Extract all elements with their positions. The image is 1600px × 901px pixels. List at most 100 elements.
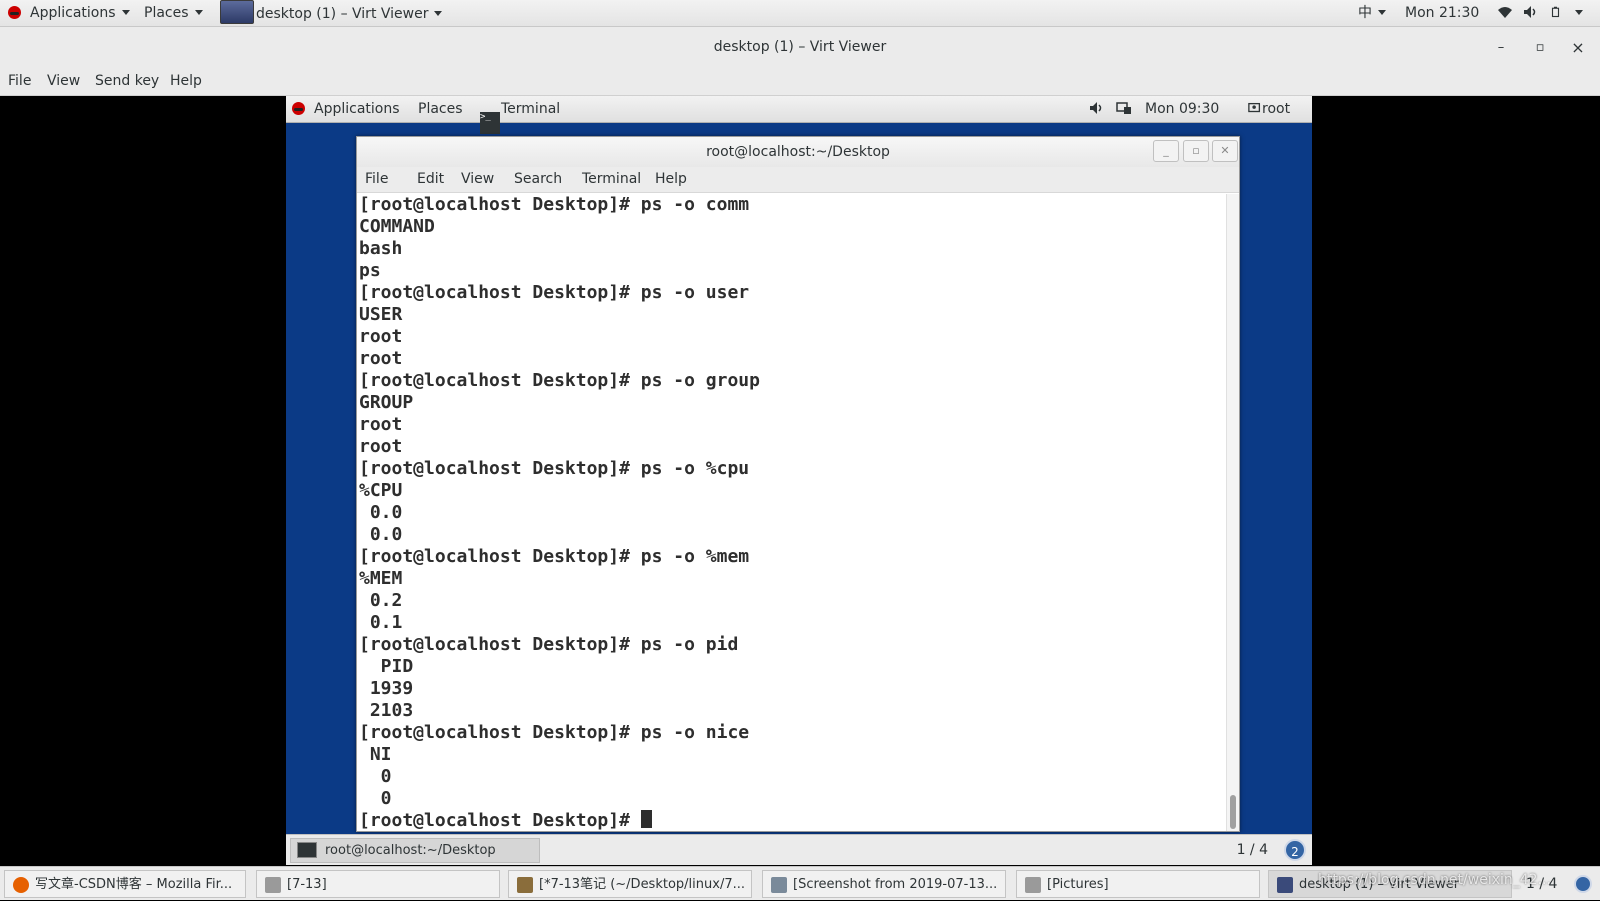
watermark: https://blog.csdn.net/weixin_42... [1318, 872, 1551, 888]
notification-badge[interactable]: 2 [1284, 839, 1306, 861]
task-notes-editor[interactable]: [*7-13笔记 (~/Desktop/linux/7... [508, 870, 752, 898]
terminal-menu-file[interactable]: File [365, 171, 388, 187]
terminal-output[interactable]: [root@localhost Desktop]# ps -o comm COMM… [357, 194, 1227, 831]
terminal-line: 0 [359, 766, 392, 787]
window-list-label: desktop (1) – Virt Viewer [256, 6, 429, 22]
chevron-down-icon [121, 10, 130, 15]
task-folder-7-13[interactable]: [7-13] [256, 870, 500, 898]
firefox-icon [13, 877, 29, 893]
guest-workspace-pager[interactable]: 1 / 4 [1237, 835, 1268, 865]
terminal-line: 0 [359, 788, 392, 809]
user-icon [1248, 102, 1261, 113]
menu-help[interactable]: Help [170, 73, 202, 89]
menu-send-key[interactable]: Send key [95, 73, 159, 89]
maximize-button[interactable]: ▫ [1530, 27, 1550, 68]
chevron-down-icon[interactable] [1575, 0, 1583, 27]
terminal-line: GROUP [359, 392, 414, 413]
terminal-line: root [359, 414, 403, 435]
terminal-line: [root@localhost Desktop]# ps -o %mem [359, 546, 750, 567]
close-button[interactable]: × [1568, 27, 1588, 68]
terminal-line: PID [359, 656, 414, 677]
window-list-menu[interactable]: desktop (1) – Virt Viewer [220, 0, 443, 27]
window-title: desktop (1) – Virt Viewer [0, 27, 1600, 68]
input-method-menu[interactable]: 中 [1358, 0, 1386, 27]
guest-task-terminal[interactable]: root@localhost:~/Desktop [290, 838, 540, 863]
guest-user-menu[interactable]: root [1248, 96, 1290, 123]
menu-view[interactable]: View [47, 73, 80, 89]
terminal-line: 2103 [359, 700, 414, 721]
task-label: [Pictures] [1047, 877, 1109, 892]
task-label: 写文章-CSDN博客 – Mozilla Fir... [35, 877, 233, 892]
terminal-line: %CPU [359, 480, 403, 501]
wifi-icon[interactable] [1497, 0, 1513, 27]
terminal-title: root@localhost:~/Desktop [706, 144, 890, 160]
guest-task-label: root@localhost:~/Desktop [325, 843, 496, 858]
host-clock[interactable]: Mon 21:30 [1405, 0, 1479, 27]
minimize-button[interactable]: – [1491, 27, 1511, 68]
notification-icon[interactable] [1574, 875, 1592, 893]
terminal-line: [root@localhost Desktop]# ps -o comm [359, 194, 750, 215]
guest-volume-icon[interactable] [1089, 96, 1105, 123]
terminal-titlebar[interactable]: root@localhost:~/Desktop _ ▫ ✕ [357, 137, 1239, 167]
terminal-line: [root@localhost Desktop]# ps -o group [359, 370, 760, 391]
terminal-line: 0.2 [359, 590, 403, 611]
terminal-menu-edit[interactable]: Edit [417, 171, 444, 187]
guest-top-panel: Applications Places >_ Terminal Mon 09:30… [286, 96, 1312, 134]
task-label: [*7-13笔记 (~/Desktop/linux/7... [539, 877, 745, 892]
terminal-close-button[interactable]: ✕ [1212, 140, 1238, 162]
guest-display[interactable]: Applications Places >_ Terminal Mon 09:30… [286, 96, 1312, 865]
terminal-icon [297, 842, 317, 858]
terminal-line: bash [359, 238, 403, 259]
task-pictures-folder[interactable]: [Pictures] [1016, 870, 1260, 898]
terminal-line: root [359, 436, 403, 457]
task-label: [Screenshot from 2019-07-13... [793, 877, 998, 892]
terminal-minimize-button[interactable]: _ [1153, 140, 1179, 162]
terminal-line: 0.0 [359, 502, 403, 523]
volume-icon[interactable] [1523, 0, 1539, 27]
guest-terminal-label: Terminal [501, 101, 561, 117]
chevron-down-icon [434, 11, 443, 16]
virt-viewer-icon [220, 0, 254, 24]
terminal-maximize-button[interactable]: ▫ [1183, 140, 1209, 162]
terminal-line: root [359, 326, 403, 347]
guest-places-menu[interactable]: Places [418, 96, 463, 123]
terminal-menu-terminal[interactable]: Terminal [582, 171, 641, 187]
applications-label: Applications [30, 5, 116, 21]
places-menu[interactable]: Places [144, 0, 203, 27]
task-screenshot-viewer[interactable]: [Screenshot from 2019-07-13... [762, 870, 1006, 898]
terminal-line: NI [359, 744, 392, 765]
terminal-scrollbar[interactable] [1226, 194, 1239, 831]
guest-terminal-menu[interactable]: >_ Terminal [480, 96, 560, 134]
guest-clock[interactable]: Mon 09:30 [1145, 96, 1219, 123]
task-firefox[interactable]: 写文章-CSDN博客 – Mozilla Fir... [4, 870, 246, 898]
virt-viewer-icon [1277, 877, 1293, 893]
terminal-line: 0.0 [359, 524, 403, 545]
task-label: [7-13] [287, 877, 327, 892]
battery-icon[interactable] [1551, 0, 1563, 27]
redhat-logo-icon [8, 6, 21, 19]
text-editor-icon [517, 877, 533, 893]
menu-file[interactable]: File [8, 73, 31, 89]
terminal-line: COMMAND [359, 216, 435, 237]
guest-network-icon[interactable] [1116, 96, 1132, 123]
terminal-menu-view[interactable]: View [461, 171, 494, 187]
chevron-down-icon [1378, 10, 1386, 15]
scrollbar-thumb[interactable] [1230, 795, 1236, 829]
terminal-menu-help[interactable]: Help [655, 171, 687, 187]
terminal-line: ps [359, 260, 381, 281]
applications-menu[interactable]: Applications [8, 0, 130, 27]
image-viewer-icon [771, 877, 787, 893]
terminal-window: root@localhost:~/Desktop _ ▫ ✕ File Edit… [356, 136, 1240, 832]
terminal-line: root [359, 348, 403, 369]
redhat-logo-icon [292, 102, 305, 115]
terminal-menu-search[interactable]: Search [514, 171, 562, 187]
terminal-prompt-line[interactable]: [root@localhost Desktop]# [357, 810, 1227, 831]
terminal-menubar: File Edit View Search Terminal Help [357, 167, 1239, 193]
input-method-label: 中 [1358, 5, 1372, 21]
terminal-line: USER [359, 304, 403, 325]
guest-applications-menu[interactable]: Applications [292, 96, 400, 123]
terminal-line: [root@localhost Desktop]# ps -o %cpu [359, 458, 750, 479]
places-label: Places [144, 5, 189, 21]
chevron-down-icon [194, 10, 203, 15]
guest-bottom-panel: root@localhost:~/Desktop 1 / 4 2 [286, 834, 1312, 865]
